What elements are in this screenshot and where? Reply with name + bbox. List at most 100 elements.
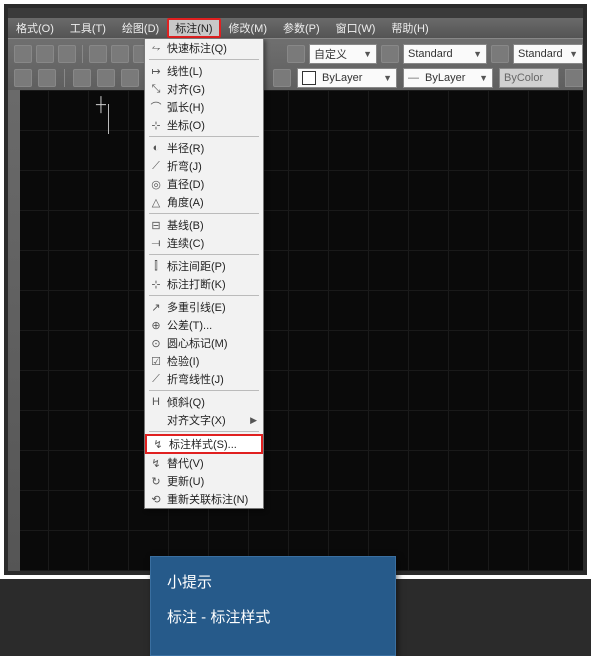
menu-item[interactable]: ⟋折弯(J) xyxy=(145,157,263,175)
menu-item[interactable]: ↻更新(U) xyxy=(145,472,263,490)
menu-item[interactable]: ⊹标注打断(K) xyxy=(145,275,263,293)
menu-label: 标注样式(S)... xyxy=(169,436,237,452)
toolbar: 自定义 ▼ Standard ▼ Standard ▼ xyxy=(8,38,583,90)
menu-item[interactable]: ⟋折弯线性(J) xyxy=(145,370,263,388)
menu-item[interactable]: 对齐文字(X)▶ xyxy=(145,411,263,429)
tooltip-box: 小提示 标注 - 标注样式 xyxy=(150,556,396,656)
bycolor-dropdown[interactable]: ByColor xyxy=(499,68,559,88)
menu-item-dim-style[interactable]: ↯标注样式(S)... xyxy=(145,434,263,454)
menu-label: 替代(V) xyxy=(167,455,204,471)
menu-icon: ⟞ xyxy=(145,237,167,250)
tool-icon[interactable] xyxy=(381,45,399,63)
tool-icon[interactable] xyxy=(111,45,129,63)
menu-item[interactable]: ◐半径(R) xyxy=(145,139,263,157)
menu-label: 倾斜(Q) xyxy=(167,394,205,410)
bylayer-label: ByLayer xyxy=(425,72,465,84)
menu-item[interactable]: ⊙圆心标记(M) xyxy=(145,334,263,352)
menu-icon: ↻ xyxy=(145,475,167,488)
menu-icon: ⊟ xyxy=(145,219,167,232)
menu-separator xyxy=(149,254,259,255)
menu-item[interactable]: ⊹坐标(O) xyxy=(145,116,263,134)
chevron-down-icon: ▼ xyxy=(363,49,372,59)
drawing-canvas[interactable]: ┼ 小提示 标注 - 标注样式 xyxy=(8,90,583,571)
menu-label: 弧长(H) xyxy=(167,99,204,115)
menu-item[interactable]: 修改(M) xyxy=(221,18,276,38)
menu-item[interactable]: △角度(A) xyxy=(145,193,263,211)
menu-label: 重新关联标注(N) xyxy=(167,491,248,507)
tool-icon[interactable] xyxy=(121,69,139,87)
menu-label: 对齐文字(X) xyxy=(167,412,226,428)
tool-icon[interactable] xyxy=(36,45,54,63)
custom-dropdown[interactable]: 自定义 ▼ xyxy=(309,44,377,64)
menu-label: 线性(L) xyxy=(167,63,202,79)
menu-item[interactable]: H倾斜(Q) xyxy=(145,393,263,411)
menu-icon: ⫿ xyxy=(145,260,167,273)
tool-icon[interactable] xyxy=(58,45,76,63)
tool-icon[interactable] xyxy=(89,45,107,63)
menu-item[interactable]: ⟞连续(C) xyxy=(145,234,263,252)
annotation-menu: ⥊快速标注(Q)↦线性(L)⤡对齐(G)⌒弧长(H)⊹坐标(O)◐半径(R)⟋折… xyxy=(144,38,264,509)
menu-item[interactable]: ☑检验(I) xyxy=(145,352,263,370)
menu-icon: ⌒ xyxy=(145,99,167,115)
menu-separator xyxy=(149,136,259,137)
menu-item[interactable]: 绘图(D) xyxy=(114,18,167,38)
menu-item[interactable]: ⟲重新关联标注(N) xyxy=(145,490,263,508)
color-dropdown[interactable]: ByLayer ▼ xyxy=(297,68,397,88)
tool-icon[interactable] xyxy=(14,69,32,87)
menu-icon: ☑ xyxy=(145,355,167,368)
color-swatch-icon xyxy=(302,71,316,85)
tool-icon[interactable] xyxy=(73,69,91,87)
menu-item[interactable]: ⫿标注间距(P) xyxy=(145,257,263,275)
menu-icon: △ xyxy=(145,196,167,209)
chevron-down-icon: ▼ xyxy=(479,73,488,83)
tool-icon[interactable] xyxy=(565,69,583,87)
bycolor-label: ByColor xyxy=(504,72,543,84)
menu-label: 连续(C) xyxy=(167,235,204,251)
standard-dropdown-2[interactable]: Standard ▼ xyxy=(513,44,583,64)
menu-item[interactable]: ⥊快速标注(Q) xyxy=(145,39,263,57)
tip-body: 标注 - 标注样式 xyxy=(167,606,379,627)
menu-icon: ⟋ xyxy=(145,160,167,173)
menu-item[interactable]: 窗口(W) xyxy=(328,18,384,38)
chevron-down-icon: ▼ xyxy=(383,73,392,83)
chevron-down-icon: ▼ xyxy=(473,49,482,59)
menu-icon: ⥊ xyxy=(145,42,167,55)
menu-item[interactable]: 标注(N) xyxy=(167,18,220,38)
standard-dropdown-1[interactable]: Standard ▼ xyxy=(403,44,487,64)
menu-icon: ⊹ xyxy=(145,119,167,132)
chevron-down-icon: ▼ xyxy=(569,49,578,59)
menu-label: 角度(A) xyxy=(167,194,204,210)
menu-separator xyxy=(149,390,259,391)
menu-icon: ◎ xyxy=(145,178,167,191)
menu-label: 多重引线(E) xyxy=(167,299,226,315)
menu-icon: ⊙ xyxy=(145,337,167,350)
menu-item[interactable]: ◎直径(D) xyxy=(145,175,263,193)
linetype-dropdown[interactable]: — ByLayer ▼ xyxy=(403,68,493,88)
menu-item[interactable]: ↯替代(V) xyxy=(145,454,263,472)
menu-item[interactable]: 帮助(H) xyxy=(383,18,436,38)
tool-icon[interactable] xyxy=(287,45,305,63)
menu-icon: ⊹ xyxy=(145,278,167,291)
menu-item[interactable]: ↦线性(L) xyxy=(145,62,263,80)
cursor-cross-icon: ┼ xyxy=(96,96,106,112)
menu-item[interactable]: 参数(P) xyxy=(275,18,328,38)
menu-item[interactable]: 格式(O) xyxy=(8,18,62,38)
menu-item[interactable]: ⤡对齐(G) xyxy=(145,80,263,98)
tool-icon[interactable] xyxy=(491,45,509,63)
menu-item[interactable]: 工具(T) xyxy=(62,18,114,38)
menu-item[interactable]: ⌒弧长(H) xyxy=(145,98,263,116)
left-sidebar xyxy=(8,90,20,571)
tool-icon[interactable] xyxy=(273,69,291,87)
menu-icon: ⤡ xyxy=(145,83,167,96)
tool-icon[interactable] xyxy=(97,69,115,87)
tool-icon[interactable] xyxy=(14,45,32,63)
menu-item[interactable]: ⊟基线(B) xyxy=(145,216,263,234)
cursor-line xyxy=(108,104,109,134)
menu-item[interactable]: ⊕公差(T)... xyxy=(145,316,263,334)
menu-label: 对齐(G) xyxy=(167,81,205,97)
tool-icon[interactable] xyxy=(38,69,56,87)
menu-label: 更新(U) xyxy=(167,473,204,489)
menu-item[interactable]: ↗多重引线(E) xyxy=(145,298,263,316)
menu-separator xyxy=(149,59,259,60)
menu-label: 快速标注(Q) xyxy=(167,40,227,56)
